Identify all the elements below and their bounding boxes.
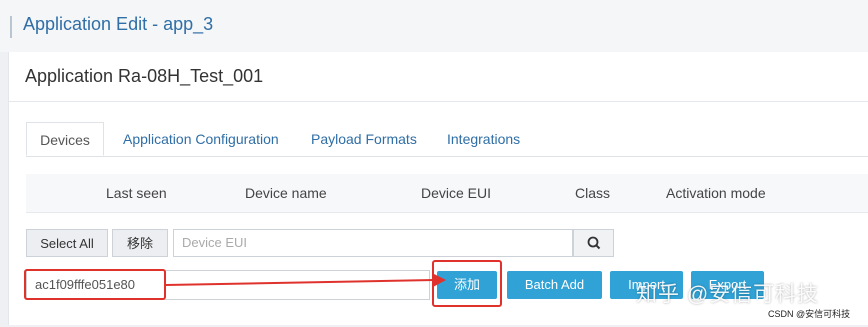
page-header: Application Edit - app_3 [0,0,868,52]
header-accent-bar [10,16,12,38]
watermark-csdn: CSDN @安信可科技 [768,307,851,320]
page-title: Application Edit - app_3 [23,14,214,34]
watermark-zhihu: 知乎 @安信可科技 [636,283,820,306]
